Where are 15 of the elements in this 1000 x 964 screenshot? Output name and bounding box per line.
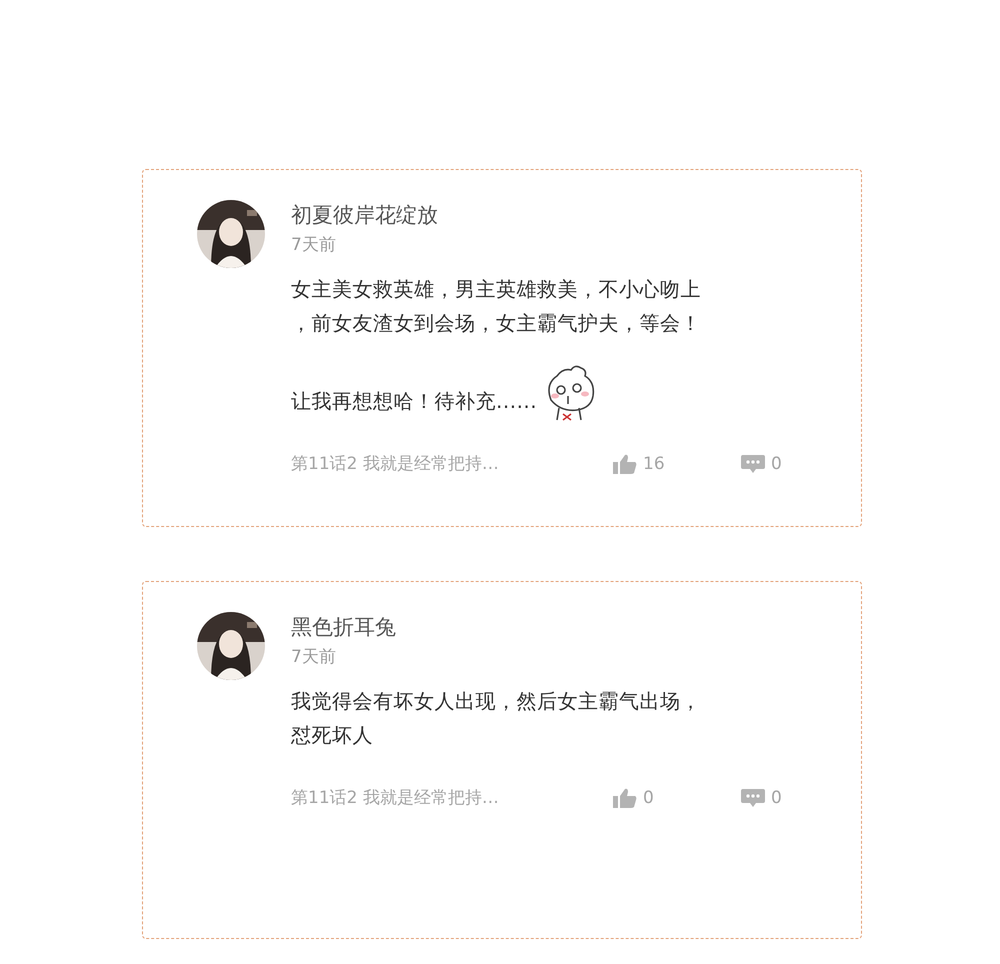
thumbs-up-icon[interactable] [613, 788, 637, 808]
user-name[interactable]: 黑色折耳兔 [291, 612, 869, 642]
like-count: 0 [643, 788, 654, 808]
timestamp: 7天前 [291, 234, 337, 257]
thumbs-up-icon[interactable] [613, 454, 637, 474]
comment-icon[interactable] [741, 454, 765, 474]
timestamp: 7天前 [291, 646, 337, 669]
comment-text: 我觉得会有坏女人出现，然后女主霸气出场， 怼死坏人 [291, 688, 701, 749]
comment-icon[interactable] [741, 788, 765, 808]
reply-count: 0 [771, 788, 782, 808]
comment-text: 女主美女救英雄，男主英雄救美，不小心吻上 ，前女友渣女到会场，女主霸气护夫，等会！ [291, 276, 701, 337]
comment-text: 让我再想想哈！待补充...... [291, 388, 538, 415]
like-count: 16 [643, 454, 665, 474]
reply-count: 0 [771, 454, 782, 474]
user-name[interactable]: 初夏彼岸花绽放 [291, 200, 869, 230]
